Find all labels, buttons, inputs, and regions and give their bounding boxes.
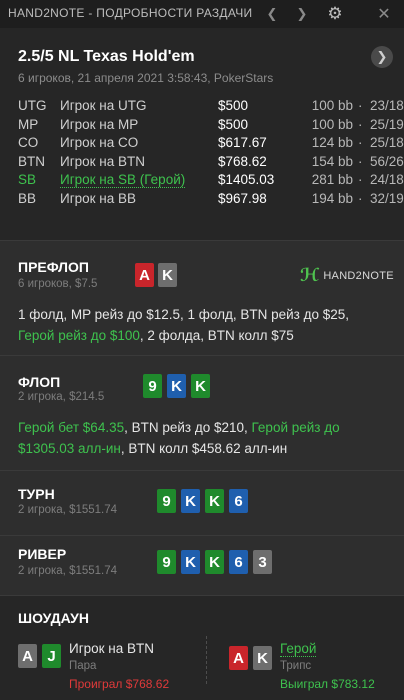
card: 9 (157, 550, 176, 574)
card: 6 (229, 550, 248, 574)
hand-header: 2.5/5 NL Texas Hold'em 6 игроков, 21 апр… (0, 28, 404, 240)
hand-subtitle: 6 игроков, 21 апреля 2021 3:58:43, Poker… (18, 71, 274, 85)
player-name: Игрок на CO (60, 135, 139, 150)
street-actions: 1 фолд, MP рейз до $12.5, 1 фолд, BTN ре… (18, 304, 388, 346)
hand-title: 2.5/5 NL Texas Hold'em (18, 48, 195, 65)
chevron-left-icon[interactable]: ❮ (262, 4, 282, 24)
hero-result: Выиграл $783.12 (280, 677, 375, 691)
player-position: BTN (18, 153, 45, 169)
hand2note-logo: ℋ HAND2NOTE (300, 265, 394, 286)
player-stack-bb: 100 bb (311, 98, 353, 113)
player-name: Игрок на MP (60, 116, 139, 132)
street-flop: ФЛОП 2 игрока, $214.5 9 K K Герой бет $6… (0, 355, 404, 470)
player-name: Игрок на BB (60, 190, 137, 206)
player-stats: · 24/18 (358, 172, 404, 187)
chevron-right-icon[interactable]: ❯ (292, 4, 312, 24)
player-name[interactable]: Игрок на SB (Герой) (60, 172, 186, 188)
action-text: , 2 фолда, BTN колл $75 (139, 328, 294, 343)
player-stats: · 32/19 (358, 190, 404, 206)
street-title: ПРЕФЛОП (18, 259, 89, 275)
street-turn: ТУРН 2 игрока, $1551.74 9 K K 6 (0, 470, 404, 535)
player-position: MP (18, 116, 39, 132)
card: 6 (229, 489, 248, 513)
next-hand-button[interactable]: ❯ (371, 46, 393, 68)
street-pot: 2 игрока, $1551.74 (18, 504, 118, 516)
action-text: , BTN рейз до $210, (124, 420, 252, 435)
card: K (167, 374, 186, 398)
street-preflop: ПРЕФЛОП 6 игроков, $7.5 A K ℋ HAND2NOTE … (0, 240, 404, 355)
player-stack: $617.67 (218, 135, 267, 150)
player-stats: · 23/18 (358, 98, 404, 113)
street-pot: 2 игрока, $214.5 (18, 391, 105, 403)
hero-name[interactable]: Герой (280, 641, 317, 657)
card: 3 (253, 550, 272, 574)
player-stack: $500 (218, 98, 249, 113)
logo-icon: ℋ (300, 265, 320, 286)
title-bar: HAND2NOTE - ПОДРОБНОСТИ РАЗДАЧИ ❮ ❯ ⚙ ✕ (0, 0, 404, 28)
player-name: Игрок на UTG (60, 98, 147, 113)
street-pot: 2 игрока, $1551.74 (18, 565, 118, 577)
player-stack: $768.62 (218, 153, 267, 169)
card: J (42, 644, 61, 668)
player-position: UTG (18, 98, 47, 113)
card: A (135, 263, 154, 287)
street-river: РИВЕР 2 игрока, $1551.74 9 K K 6 3 (0, 535, 404, 595)
close-icon[interactable]: ✕ (374, 4, 394, 24)
player-position: BB (18, 190, 37, 206)
player-row: UTG Игрок на UTG $500 100 bb · 23/18 (18, 98, 404, 117)
hero-hand: Трипс (280, 660, 312, 672)
player-stack-bb: 124 bb (311, 135, 353, 150)
card: K (205, 489, 224, 513)
street-pot: 6 игроков, $7.5 (18, 278, 98, 290)
action-text: , BTN колл $458.62 алл-ин (120, 441, 288, 456)
player-row: CO Игрок на CO $617.67 124 bb · 25/18 (18, 135, 404, 154)
action-text: 1 фолд, MP рейз до $12.5, 1 фолд, BTN ре… (18, 307, 350, 322)
card: K (253, 646, 272, 670)
player-row: MP Игрок на MP $500 100 bb · 25/19 (18, 116, 404, 136)
player-name: Игрок на BTN (60, 153, 146, 169)
street-actions: Герой бет $64.35, BTN рейз до $210, Геро… (18, 417, 388, 459)
chevron-right-icon: ❯ (376, 49, 388, 64)
card: K (181, 489, 200, 513)
card: A (229, 646, 248, 670)
gear-icon[interactable]: ⚙ (325, 4, 345, 24)
player-row: BTN Игрок на BTN $768.62 154 bb · 56/26 (18, 153, 404, 173)
player-stack: $500 (218, 116, 249, 132)
player-row: BB Игрок на BB $967.98 194 bb · 32/19 (18, 190, 404, 210)
player-stack-bb: 100 bb (311, 116, 353, 132)
card: K (191, 374, 210, 398)
hero-action-text: Герой бет $64.35 (18, 420, 125, 435)
card: A (18, 644, 37, 668)
card: K (158, 263, 177, 287)
player-stack-bb: 154 bb (311, 153, 353, 169)
street-title: РИВЕР (18, 546, 67, 562)
villain-name: Игрок на BTN (69, 641, 155, 656)
villain-hand: Пара (69, 660, 97, 672)
showdown-title: ШОУДАУН (18, 610, 89, 626)
showdown-divider (206, 636, 207, 684)
street-title: ФЛОП (18, 374, 61, 390)
card: K (181, 550, 200, 574)
logo-text: HAND2NOTE (323, 269, 394, 282)
player-position: CO (18, 135, 39, 150)
player-stats: · 25/18 (358, 135, 404, 150)
players-table: UTG Игрок на UTG $500 100 bb · 23/18 MP … (18, 98, 404, 210)
player-stats: · 25/19 (358, 116, 404, 132)
card: 9 (157, 489, 176, 513)
hero-action-text: Герой рейз до $100 (18, 328, 140, 343)
street-title: ТУРН (18, 486, 55, 502)
player-stack-bb: 194 bb (311, 190, 353, 206)
showdown-section: ШОУДАУН A J Игрок на BTN Пара Проиграл $… (0, 595, 404, 700)
window-title: HAND2NOTE - ПОДРОБНОСТИ РАЗДАЧИ (8, 6, 253, 20)
player-stack: $1405.03 (218, 172, 275, 187)
player-stack-bb: 281 bb (311, 172, 353, 187)
player-stats: · 56/26 (358, 153, 404, 169)
card: K (205, 550, 224, 574)
card: 9 (143, 374, 162, 398)
player-stack: $967.98 (218, 190, 267, 206)
player-row-hero: SB Игрок на SB (Герой) $1405.03 281 bb ·… (18, 172, 404, 191)
player-position: SB (18, 172, 37, 187)
villain-result: Проиграл $768.62 (69, 677, 170, 691)
